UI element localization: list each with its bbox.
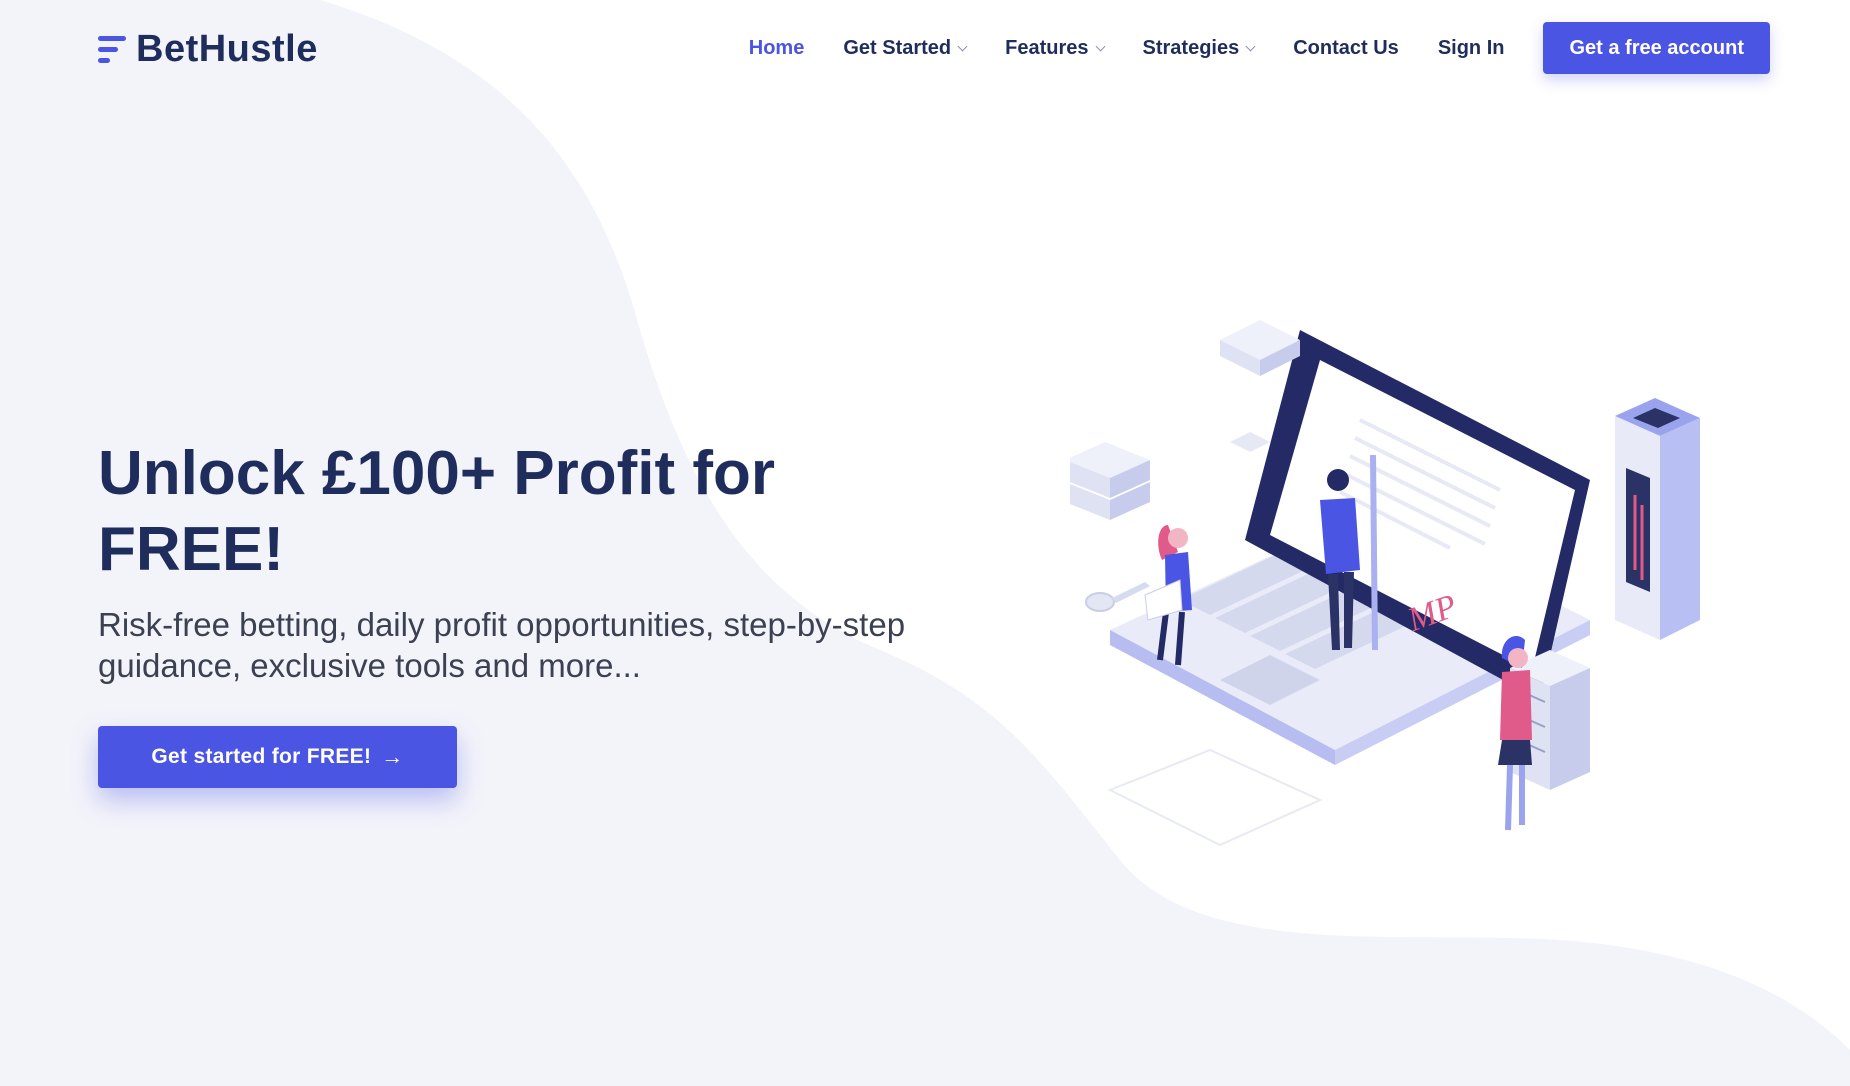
logo-mark-icon <box>98 32 126 68</box>
get-free-account-button[interactable]: Get a free account <box>1543 22 1770 74</box>
nav-item-label: Contact Us <box>1293 36 1399 59</box>
nav-item-label: Home <box>748 36 805 59</box>
nav-item-label: Get Started <box>843 36 952 59</box>
chevron-down-icon <box>957 41 968 51</box>
nav-item-strategies[interactable]: Strategies <box>1142 36 1256 60</box>
nav-item-label: Strategies <box>1142 36 1240 59</box>
get-started-free-button[interactable]: Get started for FREE! → <box>98 726 457 788</box>
hero-title: Unlock £100+ Profit for FREE! <box>98 439 776 584</box>
nav-item-features[interactable]: Features <box>1005 36 1105 60</box>
arrow-right-icon: → <box>381 744 404 769</box>
hero-illustration: MP <box>1070 320 1700 847</box>
nav-item-home[interactable]: Home <box>749 37 805 60</box>
chevron-down-icon <box>1245 41 1256 51</box>
nav-item-get-started[interactable]: Get Started <box>843 36 968 60</box>
hero-button-label: Get started for FREE! <box>151 745 372 768</box>
nav-item-label: Sign In <box>1437 36 1505 59</box>
hero-subtitle: Risk-free betting, daily profit opportun… <box>98 606 906 684</box>
main-nav: Home Get Started Features Strategies Con… <box>749 22 1770 74</box>
brand-logo[interactable]: BetHustle <box>98 28 318 71</box>
brand-name: BetHustle <box>136 28 318 70</box>
key-icon <box>1085 582 1150 612</box>
chevron-down-icon <box>1095 41 1105 51</box>
nav-item-contact-us[interactable]: Contact Us <box>1293 37 1399 60</box>
nav-item-label: Features <box>1005 36 1089 59</box>
nav-item-sign-in[interactable]: Sign In <box>1438 37 1505 60</box>
